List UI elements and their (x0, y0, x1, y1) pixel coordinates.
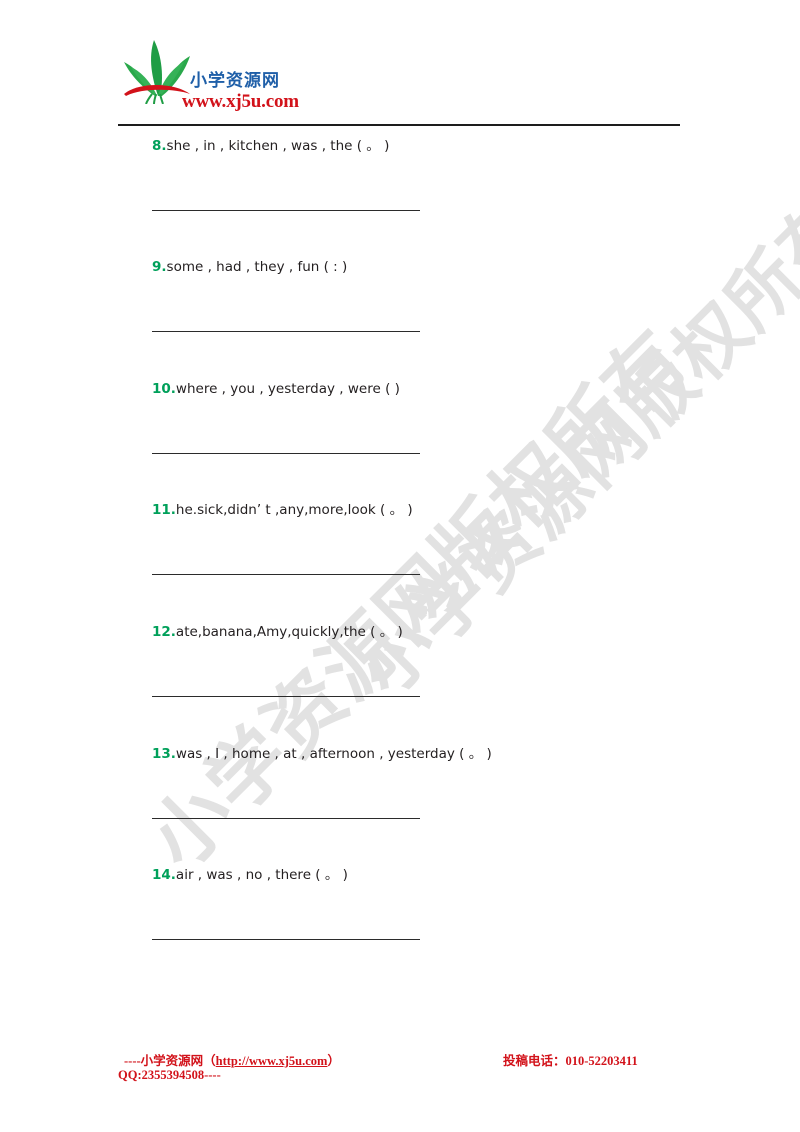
question-text: where , you , yesterday , were ( ) (175, 381, 400, 397)
footer-phone: 投稿电话：010-52203411 (503, 1054, 638, 1068)
question-text: was , I , home , at , afternoon , yester… (175, 746, 492, 762)
question-item: 9.some , had , they , fun ( : ) (152, 258, 752, 276)
question-number: 8. (152, 138, 167, 154)
answer-line[interactable] (152, 210, 420, 211)
logo-chinese-name: 小学资源网 (190, 71, 280, 91)
question-text: he.sick,didn’ t ,any,more,look ( 。 ) (175, 502, 413, 518)
question-item: 10.where , you , yesterday , were ( ) (152, 380, 752, 398)
question-item: 13.was , I , home , at , afternoon , yes… (152, 745, 752, 763)
footer-qq: QQ:2355394508---- (118, 1068, 221, 1082)
question-item: 8.she , in , kitchen , was , the ( 。 ) (152, 137, 752, 155)
question-number: 11. (152, 502, 176, 518)
question-item: 12.ate,banana,Amy,quickly,the ( 。 ) (152, 623, 752, 641)
answer-line[interactable] (152, 453, 420, 454)
watermark-layer: 小学资源网版权所有 小学资源网版权所有 (0, 0, 800, 1132)
question-line: 8.she , in , kitchen , was , the ( 。 ) (152, 137, 752, 155)
footer-suffix: ） (327, 1054, 340, 1068)
question-line: 12.ate,banana,Amy,quickly,the ( 。 ) (152, 623, 752, 641)
header-divider (118, 124, 680, 126)
question-item: 11.he.sick,didn’ t ,any,more,look ( 。 ) (152, 501, 752, 519)
question-text: air , was , no , there ( 。 ) (175, 867, 348, 883)
question-number: 14. (152, 867, 176, 883)
question-line: 10.where , you , yesterday , were ( ) (152, 380, 752, 398)
question-number: 12. (152, 624, 176, 640)
document-footer: ----小学资源网（http://www.xj5u.com） 投稿电话：010-… (118, 1050, 680, 1082)
document-page: 小学资源网版权所有 小学资源网版权所有 小学资源网 www.xj5u.com 8… (0, 0, 800, 1132)
question-number: 10. (152, 381, 176, 397)
document-header: 小学资源网 www.xj5u.com (118, 38, 680, 126)
logo-url: www.xj5u.com (182, 91, 299, 112)
site-logo: 小学资源网 www.xj5u.com (118, 38, 378, 112)
answer-line[interactable] (152, 939, 420, 940)
answer-line[interactable] (152, 574, 420, 575)
answer-line[interactable] (152, 818, 420, 819)
answer-line[interactable] (152, 696, 420, 697)
footer-site-link[interactable]: http://www.xj5u.com (216, 1054, 328, 1068)
footer-row: ----小学资源网（http://www.xj5u.com） 投稿电话：010-… (118, 1050, 680, 1068)
footer-prefix: ----小学资源网（ (124, 1054, 216, 1068)
question-text: some , had , they , fun ( : ) (166, 259, 348, 275)
question-line: 9.some , had , they , fun ( : ) (152, 258, 752, 276)
question-text: ate,banana,Amy,quickly,the ( 。 ) (175, 624, 403, 640)
question-line: 13.was , I , home , at , afternoon , yes… (152, 745, 752, 763)
question-number: 9. (152, 259, 167, 275)
question-line: 11.he.sick,didn’ t ,any,more,look ( 。 ) (152, 501, 752, 519)
question-line: 14.air , was , no , there ( 。 ) (152, 866, 752, 884)
question-text: she , in , kitchen , was , the ( 。 ) (166, 138, 390, 154)
footer-site-credit: ----小学资源网（http://www.xj5u.com） (124, 1050, 340, 1069)
question-item: 14.air , was , no , there ( 。 ) (152, 866, 752, 884)
answer-line[interactable] (152, 331, 420, 332)
question-number: 13. (152, 746, 176, 762)
